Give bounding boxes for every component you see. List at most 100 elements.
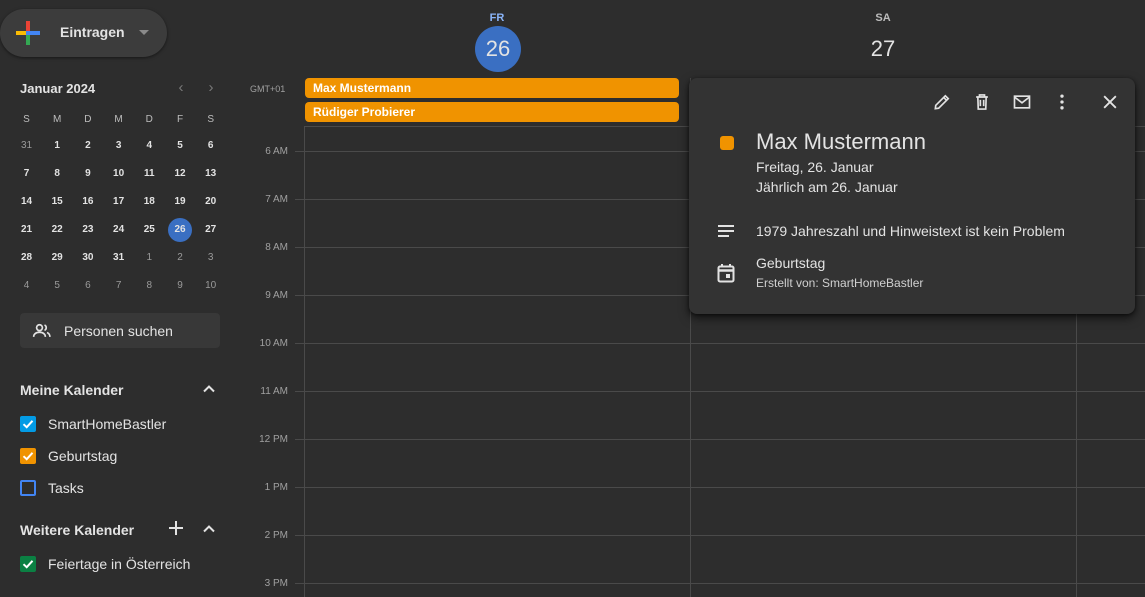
mini-calendar-day[interactable]: 6: [195, 134, 226, 158]
mini-calendar-day[interactable]: 6: [72, 274, 103, 298]
mini-calendar-day[interactable]: 2: [165, 246, 196, 270]
mini-calendar-day[interactable]: 10: [195, 274, 226, 298]
mini-calendar-day-label: 31: [20, 140, 33, 151]
mini-calendar-day[interactable]: 18: [134, 190, 165, 214]
close-icon[interactable]: [1100, 92, 1120, 112]
other-calendars-title: Weitere Kalender: [20, 522, 135, 538]
calendar-list-label: SmartHomeBastler: [48, 416, 167, 432]
mini-calendar-day-label: 4: [146, 140, 153, 151]
mini-calendar-day[interactable]: 7: [103, 274, 134, 298]
mini-calendar-day[interactable]: 31: [103, 246, 134, 270]
mini-calendar-day[interactable]: 28: [11, 246, 42, 270]
chevron-up-icon[interactable]: [201, 521, 217, 537]
day-header-number[interactable]: 27: [860, 26, 906, 72]
chevron-left-icon[interactable]: ‹: [173, 80, 189, 96]
edit-icon[interactable]: [932, 92, 952, 112]
timezone-label: GMT+01: [250, 84, 286, 94]
mini-calendar-day-label: 4: [23, 280, 30, 291]
mini-calendar-day[interactable]: 3: [103, 134, 134, 158]
mini-calendar-day-label: 17: [113, 196, 125, 207]
hour-label: 6 AM: [265, 146, 288, 157]
mini-calendar-day[interactable]: 16: [72, 190, 103, 214]
mini-calendar-day-label: 14: [20, 196, 33, 207]
create-button[interactable]: Eintragen: [0, 9, 167, 57]
chevron-right-icon[interactable]: ›: [203, 80, 219, 96]
mini-calendar-day-label: 6: [85, 280, 91, 291]
mini-calendar-day[interactable]: 3: [195, 246, 226, 270]
allday-event[interactable]: Rüdiger Probierer: [305, 102, 679, 122]
mini-calendar-day[interactable]: 23: [72, 218, 103, 242]
mini-calendar-day[interactable]: 9: [72, 162, 103, 186]
search-people-label: Personen suchen: [64, 323, 173, 339]
mini-calendar-day-label: 29: [51, 252, 63, 263]
mini-calendar-day[interactable]: 2: [72, 134, 103, 158]
mini-calendar-day[interactable]: 7: [11, 162, 42, 186]
chevron-up-icon[interactable]: [201, 381, 217, 397]
mini-calendar-day-label: 3: [207, 252, 214, 263]
mini-calendar-day[interactable]: 12: [165, 162, 196, 186]
mini-calendar-day[interactable]: 22: [42, 218, 73, 242]
mini-calendar-day[interactable]: 27: [195, 218, 226, 242]
mini-calendar-day[interactable]: 1: [42, 134, 73, 158]
mini-calendar-day[interactable]: 21: [11, 218, 42, 242]
mini-calendar-weekday: D: [145, 114, 153, 125]
mini-calendar-day-label: 16: [82, 196, 94, 207]
hour-label: 3 PM: [264, 578, 288, 589]
mini-calendar-day[interactable]: 1: [134, 246, 165, 270]
mini-calendar-day[interactable]: 11: [134, 162, 165, 186]
day-header-number-today[interactable]: 26: [475, 26, 521, 72]
description-icon: [718, 225, 734, 237]
mini-calendar-day[interactable]: 5: [165, 134, 196, 158]
mini-calendar-day[interactable]: 5: [42, 274, 73, 298]
mini-calendar-day[interactable]: 25: [134, 218, 165, 242]
mini-calendar-day[interactable]: 31: [11, 134, 42, 158]
mini-calendar-day-label: 24: [113, 224, 125, 235]
mini-calendar-day[interactable]: 8: [42, 162, 73, 186]
hour-grid-line: [295, 535, 1145, 536]
calendar-icon: [717, 264, 735, 283]
mini-calendar-weekday: D: [84, 114, 92, 125]
mini-calendar-day-label: 22: [51, 224, 63, 235]
checkbox-checked-icon[interactable]: [20, 556, 36, 572]
mini-calendar-day[interactable]: 29: [42, 246, 73, 270]
add-icon[interactable]: [168, 520, 184, 536]
mini-calendar-day-label: 9: [85, 168, 91, 179]
mini-calendar-day-today[interactable]: 26: [165, 218, 196, 242]
mini-calendar-day[interactable]: 4: [134, 134, 165, 158]
mini-calendar-day[interactable]: 14: [11, 190, 42, 214]
mini-calendar-day[interactable]: 20: [195, 190, 226, 214]
mini-calendar-day-label: 31: [113, 252, 125, 263]
checkbox-checked-icon[interactable]: [20, 416, 36, 432]
mini-calendar-day-label: 5: [54, 280, 60, 291]
search-people-button[interactable]: Personen suchen: [20, 313, 220, 348]
mini-calendar-day-label: 7: [23, 168, 30, 179]
mini-calendar-day-label: 9: [177, 280, 183, 291]
mini-calendar-day[interactable]: 15: [42, 190, 73, 214]
allday-event[interactable]: Max Mustermann: [305, 78, 679, 98]
mini-calendar-day[interactable]: 4: [11, 274, 42, 298]
mini-calendar-day[interactable]: 24: [103, 218, 134, 242]
mini-calendar-weekday: M: [53, 114, 62, 125]
checkbox-checked-icon[interactable]: [20, 448, 36, 464]
mini-calendar-day[interactable]: 17: [103, 190, 134, 214]
delete-icon[interactable]: [972, 92, 992, 112]
event-detail-popup: Max Mustermann Freitag, 26. Januar Jährl…: [689, 78, 1135, 314]
mini-calendar-day-label: 12: [174, 168, 186, 179]
mini-calendar-day-label: 6: [207, 140, 214, 151]
mini-calendar-day[interactable]: 19: [165, 190, 196, 214]
mini-calendar-day[interactable]: 9: [165, 274, 196, 298]
mini-calendar-day-label: 18: [143, 196, 155, 207]
mini-calendar-day[interactable]: 13: [195, 162, 226, 186]
mini-calendar-day[interactable]: 30: [72, 246, 103, 270]
mini-calendar-day[interactable]: 8: [134, 274, 165, 298]
day-header-dow: FR: [489, 12, 505, 24]
hour-grid-line: [295, 439, 1145, 440]
more-icon[interactable]: [1052, 92, 1072, 112]
caret-down-icon[interactable]: [139, 30, 149, 35]
checkbox-empty-icon[interactable]: [20, 480, 36, 496]
event-recurrence: Jährlich am 26. Januar: [756, 179, 898, 195]
mini-calendar-day[interactable]: 10: [103, 162, 134, 186]
hour-grid-line: [295, 391, 1145, 392]
hour-label: 7 AM: [265, 194, 288, 205]
email-icon[interactable]: [1012, 92, 1032, 112]
